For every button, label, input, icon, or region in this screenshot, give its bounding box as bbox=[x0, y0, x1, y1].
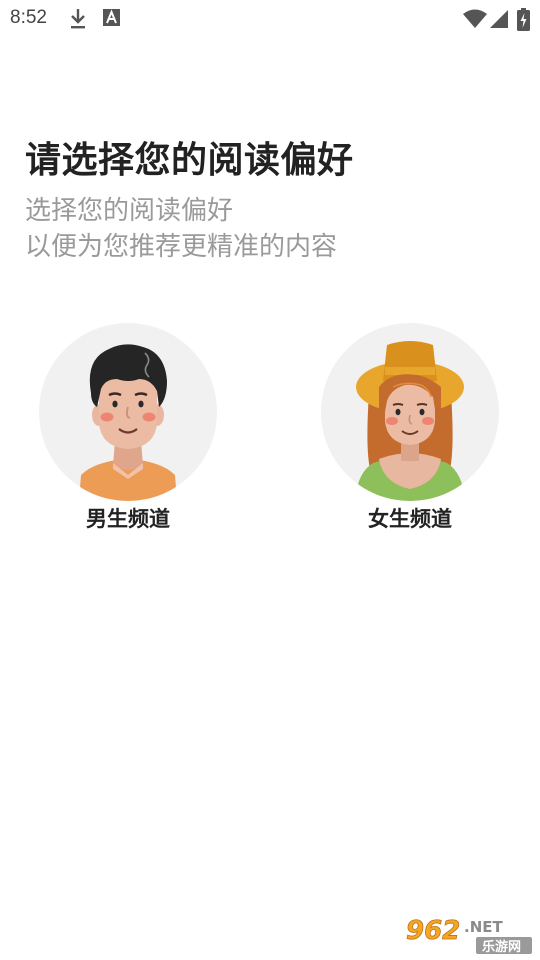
status-bar: 8:52 bbox=[0, 0, 540, 38]
female-channel-option[interactable]: 女生频道 bbox=[321, 323, 499, 533]
male-channel-option[interactable]: 男生频道 bbox=[39, 323, 217, 533]
male-avatar[interactable] bbox=[39, 323, 217, 501]
female-avatar[interactable] bbox=[321, 323, 499, 501]
page-subtitle: 选择您的阅读偏好 以便为您推荐更精准的内容 bbox=[25, 193, 337, 265]
male-channel-label[interactable]: 男生频道 bbox=[39, 503, 217, 533]
female-avatar-icon bbox=[355, 341, 465, 501]
page-title: 请选择您的阅读偏好 bbox=[25, 140, 354, 181]
download-icon bbox=[71, 9, 85, 29]
watermark-logo: 962 .NET 乐游网 bbox=[402, 912, 534, 956]
font-app-icon bbox=[103, 9, 120, 26]
male-avatar-icon bbox=[79, 344, 177, 501]
watermark-brand: 962 bbox=[406, 916, 460, 946]
watermark-sub: 乐游网 bbox=[482, 939, 521, 955]
battery-charging-icon bbox=[517, 8, 530, 31]
wifi-icon bbox=[463, 9, 487, 28]
subtitle-line-1: 选择您的阅读偏好 bbox=[25, 196, 234, 226]
female-channel-label[interactable]: 女生频道 bbox=[321, 503, 499, 533]
cellular-signal-icon bbox=[490, 10, 508, 28]
watermark-suffix: .NET bbox=[464, 918, 503, 936]
subtitle-line-2: 以便为您推荐更精准的内容 bbox=[25, 232, 338, 262]
status-time: 8:52 bbox=[10, 7, 47, 28]
